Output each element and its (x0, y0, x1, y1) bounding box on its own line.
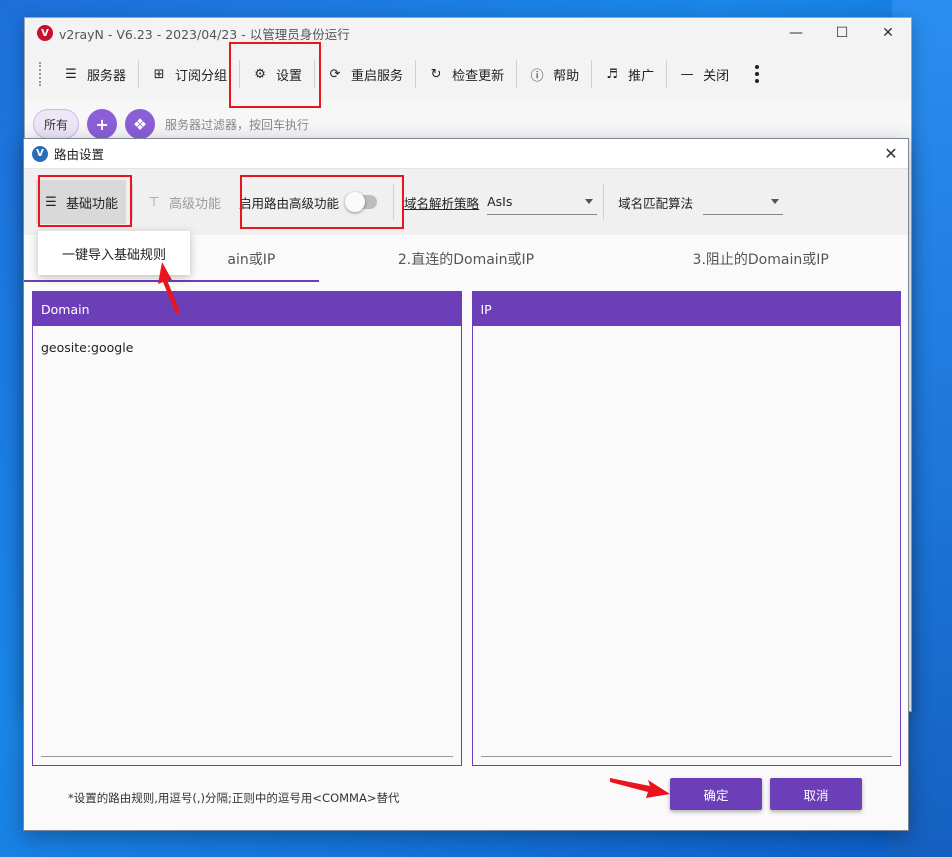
annotation-box-basic (38, 175, 132, 227)
window-title: v2rayN - V6.23 - 2023/04/23 - 以管理员身份运行 (59, 26, 350, 42)
tab-label: 3.阻止的Domain或IP (692, 252, 829, 268)
close-icon[interactable]: ✕ (865, 18, 911, 48)
promotion-button[interactable]: ♬ 推广 (594, 56, 664, 92)
ip-rules-textarea[interactable] (473, 326, 901, 354)
update-icon: ↻ (430, 66, 442, 82)
toolbar-divider (603, 184, 605, 220)
dialog-toolbar: ☰ 基础功能 ⊤ 高级功能 启用路由高级功能 域名解析策略 AsIs 域名匹配算… (24, 169, 908, 235)
panel-underline (480, 756, 892, 757)
server-filter-input[interactable]: 服务器过滤器，按回车执行 (165, 116, 309, 133)
update-label: 检查更新 (452, 68, 505, 84)
advanced-function-label: 高级功能 (169, 196, 222, 212)
restart-label: 重启服务 (351, 68, 404, 84)
dialog-title: 路由设置 (54, 147, 105, 162)
dialog-footer: *设置的路由规则,用逗号(,)分隔;正则中的逗号用<COMMA>替代 确定 取消 (24, 766, 908, 830)
main-toolbar: ☰ 服务器 ⊞ 订阅分组 ⚙ 设置 ⟳ 重启服务 ↻ 检查更新 ⓘ 帮助 ♬ 推… (25, 48, 911, 100)
domain-panel-header: Domain (33, 292, 461, 326)
help-label: 帮助 (553, 68, 580, 84)
promotion-label: 推广 (628, 68, 655, 84)
ip-panel-header: IP (472, 292, 900, 326)
dns-strategy-select[interactable]: AsIs (487, 189, 598, 215)
add-server-button[interactable]: + (87, 109, 118, 139)
toolbar-divider (138, 60, 140, 88)
speed-test-icon[interactable]: ❖ (125, 109, 156, 139)
help-icon: ⓘ (530, 68, 544, 84)
dns-strategy-value: AsIs (487, 194, 513, 209)
domain-panel: Domain geosite:google (32, 291, 462, 766)
toolbar-divider (415, 60, 417, 88)
more-options-icon[interactable] (747, 65, 767, 83)
signpost-icon: ⊤ (148, 194, 160, 210)
server-icon: ☰ (65, 66, 77, 82)
toolbar-grip (39, 62, 43, 86)
panel-underline (41, 756, 453, 757)
advanced-function-button[interactable]: ⊤ 高级功能 (139, 180, 229, 224)
dialog-close-icon[interactable]: ✕ (874, 139, 908, 169)
chevron-down-icon (771, 199, 780, 204)
app-logo-icon: V (37, 25, 53, 41)
dns-strategy-label: 域名解析策略 (404, 195, 480, 211)
check-update-button[interactable]: ↻ 检查更新 (418, 56, 514, 92)
rule-hint-text: *设置的路由规则,用逗号(,)分隔;正则中的逗号用<COMMA>替代 (68, 791, 400, 805)
title-bar: V v2rayN - V6.23 - 2023/04/23 - 以管理员身份运行… (25, 18, 911, 48)
restart-service-button[interactable]: ⟳ 重启服务 (317, 56, 413, 92)
all-servers-chip[interactable]: 所有 (33, 109, 80, 139)
annotation-arrow-confirm (610, 778, 670, 798)
dialog-logo-icon: V (32, 145, 48, 162)
routing-settings-dialog: V 路由设置 ✕ ☰ 基础功能 ⊤ 高级功能 启用路由高级功能 域名解析策略 A… (23, 138, 909, 831)
toolbar-divider (516, 60, 518, 88)
domain-match-label: 域名匹配算法 (618, 195, 694, 211)
close-app-button[interactable]: — 关闭 (669, 56, 739, 92)
domain-rules-textarea[interactable]: geosite:google (33, 326, 461, 369)
subscription-button[interactable]: ⊞ 订阅分组 (141, 56, 237, 92)
tab-block-domain-ip[interactable]: 3.阻止的Domain或IP (613, 235, 908, 283)
minimize-icon[interactable]: — (773, 18, 819, 48)
restart-icon: ⟳ (329, 66, 341, 82)
annotation-box-settings (229, 42, 321, 108)
confirm-button[interactable]: 确定 (670, 778, 762, 810)
close-app-label: 关闭 (703, 68, 730, 84)
servers-button[interactable]: ☰ 服务器 (53, 56, 136, 92)
servers-label: 服务器 (87, 68, 127, 84)
minus-icon: — (680, 66, 694, 82)
domain-match-select[interactable] (703, 189, 784, 215)
toolbar-divider (591, 60, 593, 88)
maximize-icon[interactable]: ☐ (819, 18, 865, 48)
ip-panel: IP (471, 291, 901, 766)
cancel-button[interactable]: 取消 (770, 778, 862, 810)
annotation-arrow-import (158, 262, 180, 314)
subscription-icon: ⊞ (153, 66, 165, 82)
subscription-label: 订阅分组 (175, 68, 228, 84)
help-button[interactable]: ⓘ 帮助 (519, 56, 589, 92)
rule-panels: Domain geosite:google IP (32, 291, 901, 766)
tab-label: 2.直连的Domain或IP (397, 252, 535, 268)
tab-direct-domain-ip[interactable]: 2.直连的Domain或IP (319, 235, 614, 283)
dialog-title-bar: V 路由设置 ✕ (24, 139, 908, 169)
speaker-icon: ♬ (606, 66, 618, 82)
toolbar-divider (132, 184, 134, 220)
annotation-box-advanced-toggle (240, 175, 404, 229)
toolbar-divider (666, 60, 668, 88)
chevron-down-icon (585, 199, 594, 204)
